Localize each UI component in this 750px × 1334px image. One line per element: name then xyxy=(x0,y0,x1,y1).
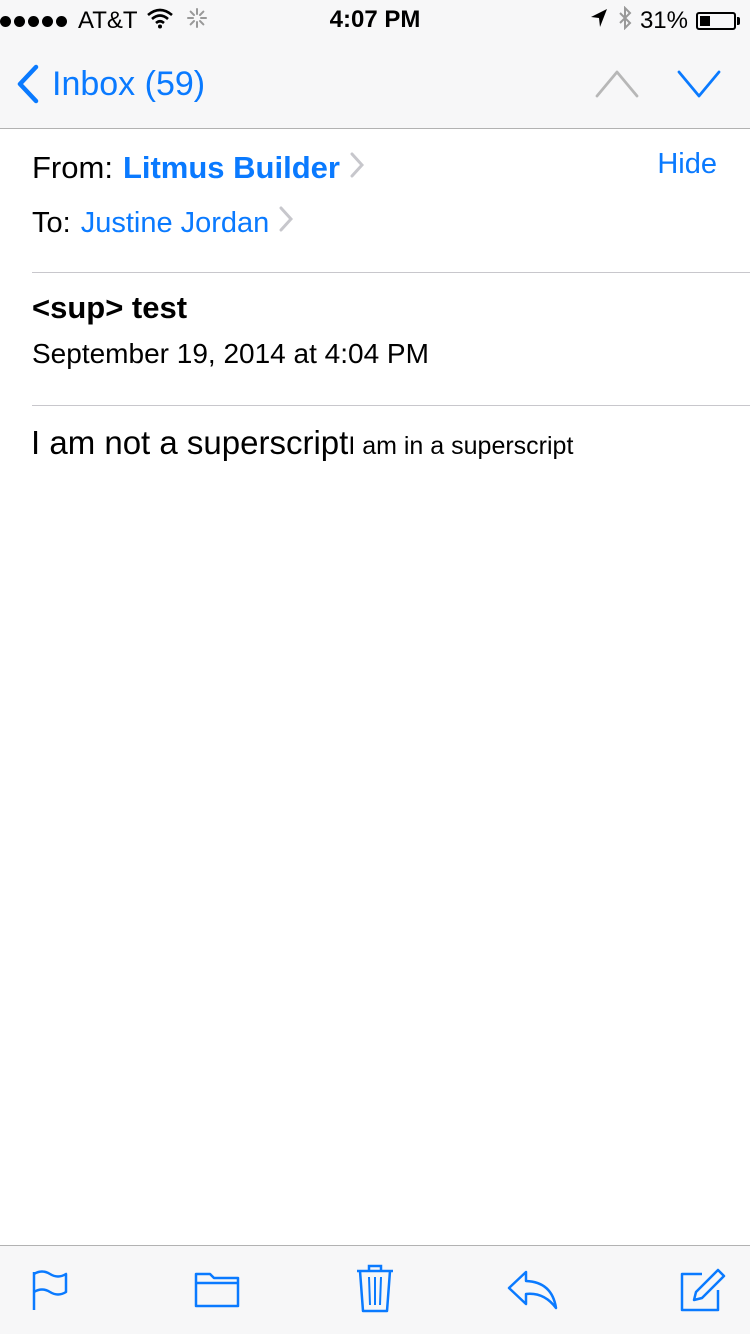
back-to-inbox-button[interactable]: Inbox (59) xyxy=(16,62,205,106)
status-right: 31% xyxy=(590,5,740,37)
chevron-right-icon xyxy=(279,206,294,240)
chevron-left-icon xyxy=(17,64,39,104)
flag-icon xyxy=(32,1270,68,1310)
to-row: To: Justine Jordan xyxy=(32,202,294,244)
navigation-bar: Inbox (59) xyxy=(0,40,750,128)
compose-button[interactable] xyxy=(678,1268,726,1319)
status-bar: AT&T 4:07 PM 31% xyxy=(0,0,750,40)
chevron-down-icon xyxy=(677,70,721,98)
body-superscript-text: I am in a superscript xyxy=(348,432,574,460)
message-body: I am not a superscriptI am in a superscr… xyxy=(31,424,573,462)
to-label: To: xyxy=(32,206,71,239)
message-date: September 19, 2014 at 4:04 PM xyxy=(32,338,429,369)
message-subject: <sup> test xyxy=(32,290,188,325)
body-divider xyxy=(32,405,750,406)
hide-details-button[interactable]: Hide xyxy=(657,148,717,181)
previous-message-button[interactable] xyxy=(594,66,640,100)
sender-name[interactable]: Litmus Builder xyxy=(123,150,340,186)
trash-icon xyxy=(357,1264,393,1313)
battery-level-fill xyxy=(700,16,710,26)
bottom-toolbar xyxy=(0,1245,750,1334)
back-button-label: Inbox (59) xyxy=(52,64,206,103)
location-arrow-icon xyxy=(590,7,608,35)
battery-icon xyxy=(696,12,736,30)
from-label: From: xyxy=(32,150,113,185)
next-message-button[interactable] xyxy=(676,66,722,100)
header-divider xyxy=(32,272,750,273)
body-normal-text: I am not a superscript xyxy=(31,424,349,461)
compose-icon xyxy=(680,1268,726,1312)
battery-nub xyxy=(737,17,740,25)
flag-button[interactable] xyxy=(30,1268,70,1317)
top-chrome: AT&T 4:07 PM 31% Inbox (59) xyxy=(0,0,750,129)
chevron-up-icon xyxy=(595,70,639,98)
reply-button[interactable] xyxy=(506,1268,560,1317)
battery-percent: 31% xyxy=(639,7,688,34)
from-row: From: Litmus Builder xyxy=(32,146,364,190)
move-to-folder-button[interactable] xyxy=(194,1268,240,1313)
trash-button[interactable] xyxy=(355,1264,395,1319)
reply-icon xyxy=(507,1270,558,1310)
chevron-right-icon xyxy=(350,150,364,186)
recipient-name[interactable]: Justine Jordan xyxy=(81,207,270,240)
mail-message-screen: AT&T 4:07 PM 31% Inbox (59) From: Litmus… xyxy=(0,0,750,1334)
bluetooth-icon xyxy=(618,5,632,37)
folder-icon xyxy=(194,1272,240,1308)
